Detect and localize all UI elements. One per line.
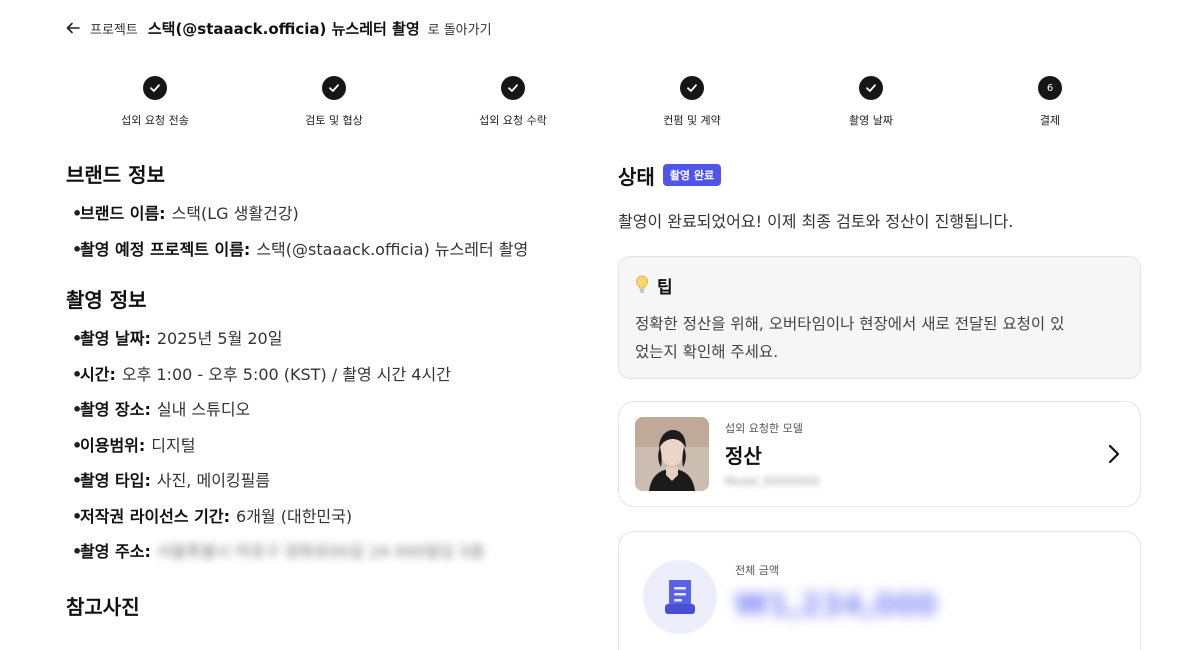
amount-card: 전체 금액 ₩1,234,000 xyxy=(618,531,1141,650)
check-icon xyxy=(680,76,704,100)
model-id-redacted: Model_00000000 xyxy=(725,475,820,488)
breadcrumb: 프로젝트 스택(@staaack.officia) 뉴스레터 촬영 로 돌아가기 xyxy=(64,16,492,40)
model-info: 섭외 요청한 모델 정산 Model_00000000 xyxy=(725,420,1104,488)
step-label: 컨펌 및 계약 xyxy=(663,114,721,127)
info-value: 실내 스튜디오 xyxy=(156,400,251,419)
step-label: 촬영 날짜 xyxy=(849,114,893,127)
check-icon xyxy=(501,76,525,100)
list-item: • 촬영 타입: 사진, 메이킹필름 xyxy=(66,471,596,507)
back-link[interactable]: 로 돌아가기 xyxy=(428,19,492,38)
shoot-section-title: 촬영 정보 xyxy=(66,288,147,312)
status-header: 상태 촬영 완료 xyxy=(618,160,1141,190)
tip-line: 었는지 확인해 주세요. xyxy=(635,343,779,361)
brand-info-list: • 브랜드 이름: 스택(LG 생활건강) • 촬영 예정 프로젝트 이름: 스택(@s… xyxy=(66,204,596,275)
info-value: 6개월 (대한민국) xyxy=(236,506,353,526)
project-details: 브랜드 정보 • 브랜드 이름: 스택(LG 생활건강) • 촬영 예정 프로젝트 이… xyxy=(66,160,596,622)
step-number: 6 xyxy=(1038,76,1062,100)
info-key: 촬영 예정 프로젝트 이름: xyxy=(80,239,251,259)
list-item: • 시간: 오후 1:00 - 오후 5:00 (KST) / 촬영 시간 4시간 xyxy=(66,365,596,401)
list-item: • 촬영 장소: 실내 스튜디오 xyxy=(66,400,596,436)
info-value: 스택(LG 생활건강) xyxy=(171,204,299,223)
status-panel: 상태 촬영 완료 촬영이 완료되었어요! 이제 최종 검토와 정산이 진행됩니다… xyxy=(618,160,1141,650)
list-item: • 촬영 주소: 서울특별시 마포구 양화로00길 24 000빌딩 5층 xyxy=(66,542,596,578)
info-key: 시간: xyxy=(80,364,116,384)
amount-caption: 전체 금액 xyxy=(735,564,779,577)
info-value: 2025년 5월 20일 xyxy=(156,329,283,348)
info-key: 촬영 장소: xyxy=(80,400,151,419)
tip-line: 정확한 정산을 위해, 오버타임이나 현장에서 새로 전달된 요청이 있 xyxy=(635,315,1065,333)
step-2: 검토 및 협상 xyxy=(259,76,409,128)
step-5: 촬영 날짜 xyxy=(796,76,946,128)
project-title[interactable]: 스택(@staaack.officia) 뉴스레터 촬영 xyxy=(148,18,420,39)
amount-value-redacted: ₩1,234,000 xyxy=(735,588,938,623)
status-description: 촬영이 완료되었어요! 이제 최종 검토와 정산이 진행됩니다. xyxy=(618,212,1014,231)
tip-title: 팁 xyxy=(657,278,673,298)
lightbulb-icon xyxy=(635,274,649,297)
list-item: • 저작권 라이선스 기간: 6개월 (대한민국) xyxy=(66,507,596,543)
step-label: 결제 xyxy=(1039,114,1061,127)
status-badge: 촬영 완료 xyxy=(662,164,722,186)
info-key: 촬영 주소: xyxy=(80,542,151,561)
tip-header: 팁 xyxy=(635,273,1124,298)
brand-section-title: 브랜드 정보 xyxy=(66,163,165,187)
list-item: • 이용범위: 디지털 xyxy=(66,436,596,472)
step-4: 컨펌 및 계약 xyxy=(617,76,767,128)
info-key: 저작권 라이선스 기간: xyxy=(80,506,231,526)
model-card[interactable]: 섭외 요청한 모델 정산 Model_00000000 xyxy=(618,401,1141,507)
info-key: 촬영 날짜: xyxy=(80,329,151,348)
model-caption: 섭외 요청한 모델 xyxy=(725,422,803,435)
check-icon xyxy=(859,76,883,100)
tip-body: 정확한 정산을 위해, 오버타임이나 현장에서 새로 전달된 요청이 있 었는지… xyxy=(635,310,1124,366)
info-value: 오후 1:00 - 오후 5:00 (KST) / 촬영 시간 4시간 xyxy=(121,364,451,384)
info-value: 디지털 xyxy=(151,435,196,455)
reference-section-title: 참고사진 xyxy=(66,594,140,619)
info-value-redacted: 서울특별시 마포구 양화로00길 24 000빌딩 5층 xyxy=(156,542,485,561)
shoot-info-list: • 촬영 날짜: 2025년 5월 20일 • 시간: 오후 1:00 - 오후 5:0… xyxy=(66,329,596,578)
info-key: 촬영 타입: xyxy=(80,471,151,490)
tip-box: 팁 정확한 정산을 위해, 오버타임이나 현장에서 새로 전달된 요청이 있 었… xyxy=(618,256,1141,379)
info-value: 사진, 메이킹필름 xyxy=(156,471,271,490)
step-1: 섭외 요청 전송 xyxy=(80,76,230,128)
check-icon xyxy=(322,76,346,100)
chevron-right-icon[interactable] xyxy=(1104,444,1124,464)
model-name: 정산 xyxy=(725,444,762,468)
step-label: 섭외 요청 수락 xyxy=(479,114,547,127)
receipt-icon xyxy=(643,560,717,634)
list-item: • 촬영 예정 프로젝트 이름: 스택(@staaack.officia) 뉴스레터… xyxy=(66,240,596,276)
step-6: 6 결제 xyxy=(975,76,1125,128)
info-key: 이용범위: xyxy=(80,435,146,455)
info-key: 브랜드 이름: xyxy=(80,204,166,223)
check-icon xyxy=(143,76,167,100)
status-title: 상태 xyxy=(618,164,655,189)
amount-info: 전체 금액 ₩1,234,000 xyxy=(735,560,937,642)
info-value: 스택(@staaack.officia) 뉴스레터 촬영 xyxy=(256,239,529,259)
step-label: 섭외 요청 전송 xyxy=(121,114,189,127)
step-label: 검토 및 협상 xyxy=(305,114,363,127)
list-item: • 브랜드 이름: 스택(LG 생활건강) xyxy=(66,204,596,240)
breadcrumb-prefix[interactable]: 프로젝트 xyxy=(90,19,138,38)
step-3: 섭외 요청 수락 xyxy=(438,76,588,128)
list-item: • 촬영 날짜: 2025년 5월 20일 xyxy=(66,329,596,365)
model-avatar xyxy=(635,417,709,491)
back-arrow-icon[interactable] xyxy=(64,19,82,37)
